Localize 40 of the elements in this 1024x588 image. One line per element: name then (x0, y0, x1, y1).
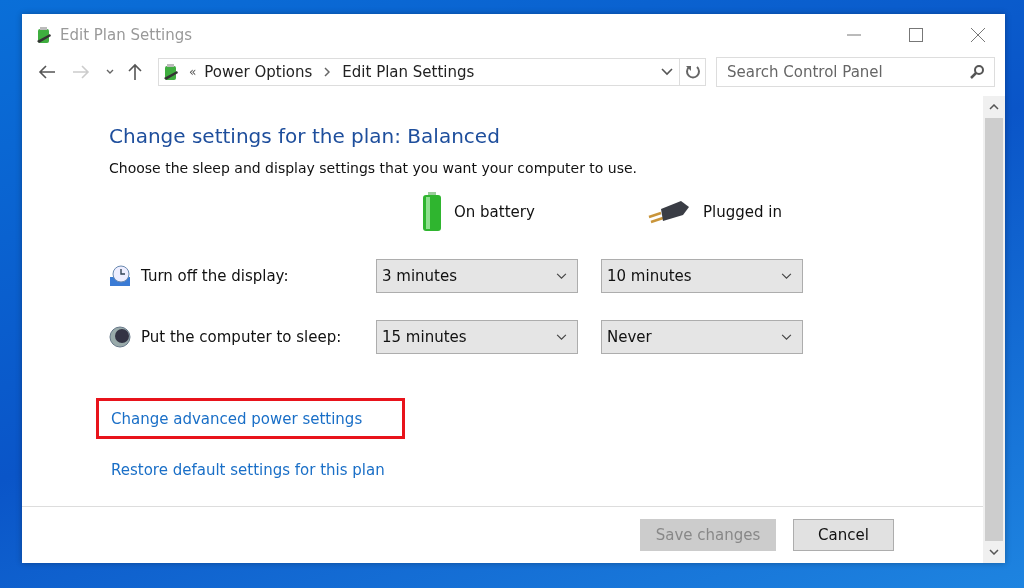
refresh-icon[interactable] (684, 64, 701, 80)
address-bar[interactable]: « Power Options Edit Plan Settings (158, 58, 680, 86)
scrollbar-thumb[interactable] (985, 118, 1003, 541)
power-plug-icon (647, 199, 691, 225)
chevron-down-icon (556, 272, 567, 280)
maximize-icon[interactable] (909, 28, 923, 42)
chevron-down-icon[interactable] (106, 69, 114, 75)
description-text: Choose the sleep and display settings that you want your computer to use. (109, 160, 639, 176)
refresh-button[interactable] (680, 58, 706, 86)
chevron-down-icon[interactable] (661, 68, 673, 76)
dropdown[interactable]: 10 minutes (601, 259, 803, 293)
chevron-right-icon[interactable] (324, 67, 331, 77)
monitor-clock-icon (109, 265, 131, 287)
setting-label: Turn off the display: (141, 267, 289, 285)
moon-icon (109, 326, 131, 348)
dropdown[interactable]: Never (601, 320, 803, 354)
scroll-up-icon[interactable] (989, 104, 999, 110)
scroll-down-icon[interactable] (989, 549, 999, 555)
back-arrow-icon[interactable] (38, 65, 56, 79)
overflow-mark[interactable]: « (189, 65, 197, 79)
chevron-down-icon (556, 333, 567, 341)
dropdown[interactable]: 15 minutes (376, 320, 578, 354)
chevron-down-icon (781, 333, 792, 341)
search-field[interactable]: Search Control Panel (716, 57, 995, 87)
up-arrow-icon[interactable] (128, 63, 142, 81)
link[interactable]: Change advanced power settings (111, 410, 363, 428)
column-label: On battery (454, 203, 535, 221)
cancel-button[interactable]: Cancel (793, 519, 894, 551)
dropdown[interactable]: 3 minutes (376, 259, 578, 293)
setting-label: Put the computer to sleep: (141, 328, 342, 346)
breadcrumb[interactable]: Power Options (204, 63, 313, 81)
window-title: Edit Plan Settings (60, 26, 193, 44)
link[interactable]: Restore default settings for this plan (111, 461, 385, 479)
battery-icon (422, 192, 442, 232)
column-label: Plugged in (703, 203, 782, 221)
page-heading: Change settings for the plan: Balanced (109, 124, 501, 148)
breadcrumb[interactable]: Edit Plan Settings (342, 63, 475, 81)
chevron-down-icon (781, 272, 792, 280)
close-icon[interactable] (971, 28, 985, 42)
scrollbar[interactable] (983, 96, 1005, 563)
